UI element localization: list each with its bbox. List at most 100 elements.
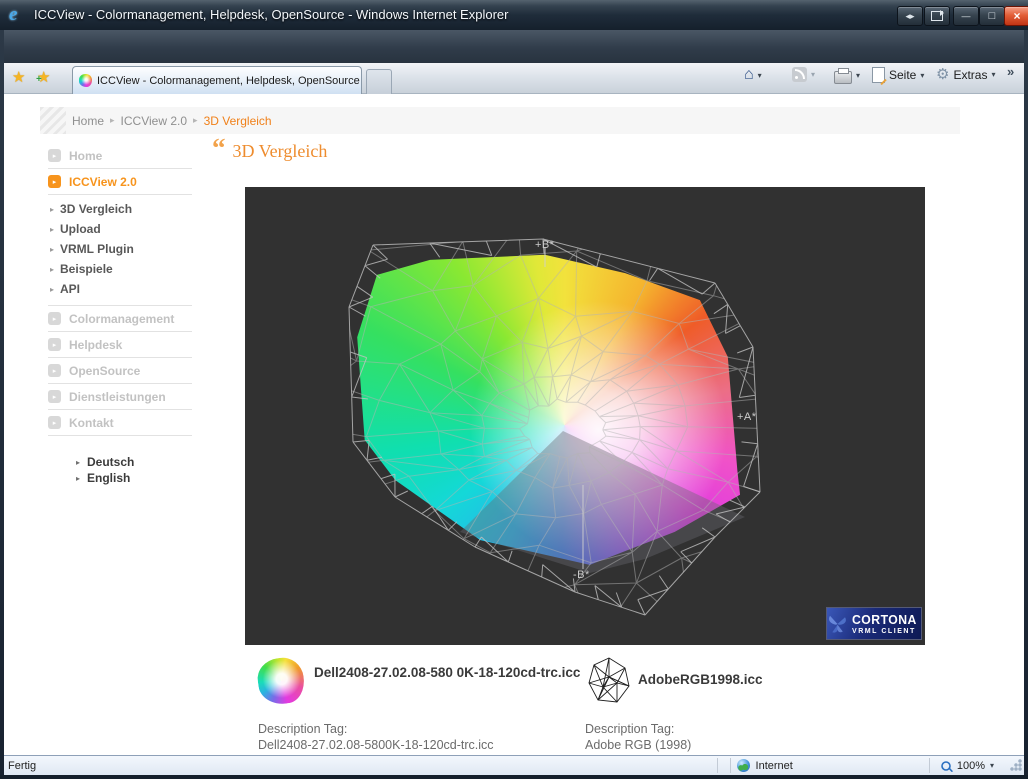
page-title: 3D Vergleich	[233, 138, 328, 162]
page-icon	[872, 67, 885, 83]
extras-menu-button[interactable]: ⚙ Extras ▾	[936, 67, 995, 82]
sidebar-item-label: API	[60, 282, 80, 296]
sidebar-item-3d-vergleich[interactable]: ▸ 3D Vergleich	[50, 199, 192, 219]
language-switcher: ▸ Deutsch ▸ English	[76, 454, 192, 486]
axis-label-minus-b: -B*	[573, 569, 590, 581]
internet-explorer-icon: e	[9, 4, 17, 26]
favorites-center-button[interactable]: ★	[12, 68, 25, 86]
butterfly-icon	[827, 609, 848, 639]
quote-icon: “	[212, 138, 226, 158]
axis-label-plus-b: +B*	[535, 239, 555, 251]
breadcrumb-arrow-icon: ▸	[110, 115, 115, 126]
gear-icon: ⚙	[936, 67, 949, 82]
home-button[interactable]: ⌂ ▾	[744, 67, 762, 83]
extras-menu-label: Extras	[953, 68, 987, 82]
arrow-right-icon: ▸	[50, 225, 54, 234]
maximize-button[interactable]: □	[979, 6, 1005, 26]
description-tag-dell: Description Tag: Dell2408-27.02.08-5800K…	[258, 721, 494, 753]
sidebar-item-upload[interactable]: ▸ Upload	[50, 219, 192, 239]
sidebar-item-label: ICCView 2.0	[69, 175, 137, 189]
sidebar-item-label: Beispiele	[60, 262, 113, 276]
maximize-icon: □	[989, 10, 996, 22]
navigation-bar: ← → ▾ ▾ ↻ × ▾	[0, 30, 1028, 63]
resize-arrows-icon: ◂▸	[905, 11, 914, 22]
resize-grip[interactable]	[1010, 759, 1022, 771]
menu-bullet-icon: ▸	[48, 175, 61, 188]
breadcrumb-current-page: 3D Vergleich	[204, 114, 272, 128]
sidebar-item-label: Kontakt	[69, 416, 114, 430]
zoom-control[interactable]: 100% ▾	[940, 760, 994, 772]
menu-bullet-icon: ▸	[48, 312, 61, 325]
page-menu-button[interactable]: Seite ▾	[872, 67, 924, 83]
sidebar-item-api[interactable]: ▸ API	[50, 279, 192, 299]
extras-caret-icon: ▾	[991, 70, 995, 79]
language-link-deutsch[interactable]: ▸ Deutsch	[76, 454, 192, 470]
rss-feed-icon	[792, 67, 807, 82]
cortona-subtitle: VRML CLIENT	[852, 627, 917, 635]
page-content: Home ▸ ICCView 2.0 ▸ 3D Vergleich ▸ Home…	[4, 94, 1024, 755]
close-button[interactable]: ×	[1004, 6, 1028, 26]
home-caret-icon: ▾	[758, 71, 762, 80]
window-frame-left	[0, 30, 4, 779]
toolbar-overflow-button[interactable]: »	[1007, 64, 1014, 79]
breadcrumb: Home ▸ ICCView 2.0 ▸ 3D Vergleich	[40, 107, 960, 134]
sidebar-item-label: Home	[69, 149, 102, 163]
menu-bullet-icon: ▸	[48, 416, 61, 429]
sidebar-item-label: Dienstleistungen	[69, 390, 166, 404]
zoom-caret-icon[interactable]: ▾	[990, 761, 994, 770]
description-value: Dell2408-27.02.08-5800K-18-120cd-trc.icc	[258, 737, 494, 753]
sidebar-item-opensource[interactable]: ▸ OpenSource	[48, 358, 192, 384]
new-tab-button[interactable]	[366, 69, 392, 94]
arrow-right-icon: ▸	[50, 245, 54, 254]
page-heading: “ 3D Vergleich	[212, 138, 327, 162]
status-message: Fertig	[8, 760, 36, 772]
sidebar-item-label: OpenSource	[69, 364, 140, 378]
language-link-english[interactable]: ▸ English	[76, 470, 192, 486]
arrow-right-icon: ▸	[50, 285, 54, 294]
sidebar-item-iccview[interactable]: ▸ ICCView 2.0	[48, 169, 192, 195]
arrow-right-icon: ▸	[50, 205, 54, 214]
print-button[interactable]: ▾	[834, 67, 860, 84]
sidebar-item-home[interactable]: ▸ Home	[48, 143, 192, 169]
zoom-icon	[941, 761, 951, 771]
close-icon: ×	[1013, 9, 1020, 23]
language-label: Deutsch	[87, 455, 134, 469]
cortona-title: CORTONA	[852, 613, 917, 626]
home-icon: ⌂	[744, 67, 754, 83]
profile-name-adobergb: AdobeRGB1998.icc	[638, 671, 938, 688]
sidebar-item-label: Upload	[60, 222, 101, 236]
title-bar[interactable]: e ICCView - Colormanagement, Helpdesk, O…	[0, 0, 1028, 30]
arrow-right-icon: ▸	[76, 474, 80, 483]
page-caret-icon: ▾	[920, 71, 924, 80]
sidebar-item-kontakt[interactable]: ▸ Kontakt	[48, 410, 192, 436]
breadcrumb-home-link[interactable]: Home	[72, 114, 104, 128]
sidebar-item-label: 3D Vergleich	[60, 202, 132, 216]
tab-title: ICCView - Colormanagement, Helpdesk, Ope…	[97, 75, 360, 87]
breadcrumb-iccview-link[interactable]: ICCView 2.0	[121, 114, 187, 128]
popout-icon	[931, 11, 943, 21]
window-resize-button[interactable]: ◂▸	[897, 6, 923, 26]
print-caret-icon: ▾	[856, 71, 860, 80]
sidebar-item-dienstleistungen[interactable]: ▸ Dienstleistungen	[48, 384, 192, 410]
minimize-button[interactable]: —	[953, 6, 979, 26]
sidebar-item-label: VRML Plugin	[60, 242, 134, 256]
sidebar-item-colormanagement[interactable]: ▸ Colormanagement	[48, 306, 192, 332]
cortona-logo-text: CORTONA VRML CLIENT	[852, 613, 921, 635]
sidebar-item-label: Colormanagement	[69, 312, 174, 326]
sidebar-item-beispiele[interactable]: ▸ Beispiele	[50, 259, 192, 279]
popout-button[interactable]	[924, 6, 950, 26]
tab-favicon	[79, 74, 92, 87]
description-tag-adobergb: Description Tag: Adobe RGB (1998)	[585, 721, 691, 753]
internet-zone-icon	[737, 759, 750, 772]
feed-caret-icon: ▾	[811, 70, 815, 79]
sidebar-item-helpdesk[interactable]: ▸ Helpdesk	[48, 332, 192, 358]
sidebar-item-vrml-plugin[interactable]: ▸ VRML Plugin	[50, 239, 192, 259]
gamut-3d-viewer[interactable]: +B* +A* -B* CORTONA VRML CLIENT	[245, 187, 925, 645]
tab-iccview[interactable]: ICCView - Colormanagement, Helpdesk, Ope…	[72, 66, 362, 94]
page-menu-label: Seite	[889, 68, 916, 82]
profile-wireframe-icon-adobergb	[586, 656, 632, 706]
sidebar-item-label: Helpdesk	[69, 338, 122, 352]
cortona-vrml-logo[interactable]: CORTONA VRML CLIENT	[826, 607, 922, 640]
feed-button[interactable]: ▾	[792, 67, 815, 82]
menu-bullet-icon: ▸	[48, 390, 61, 403]
